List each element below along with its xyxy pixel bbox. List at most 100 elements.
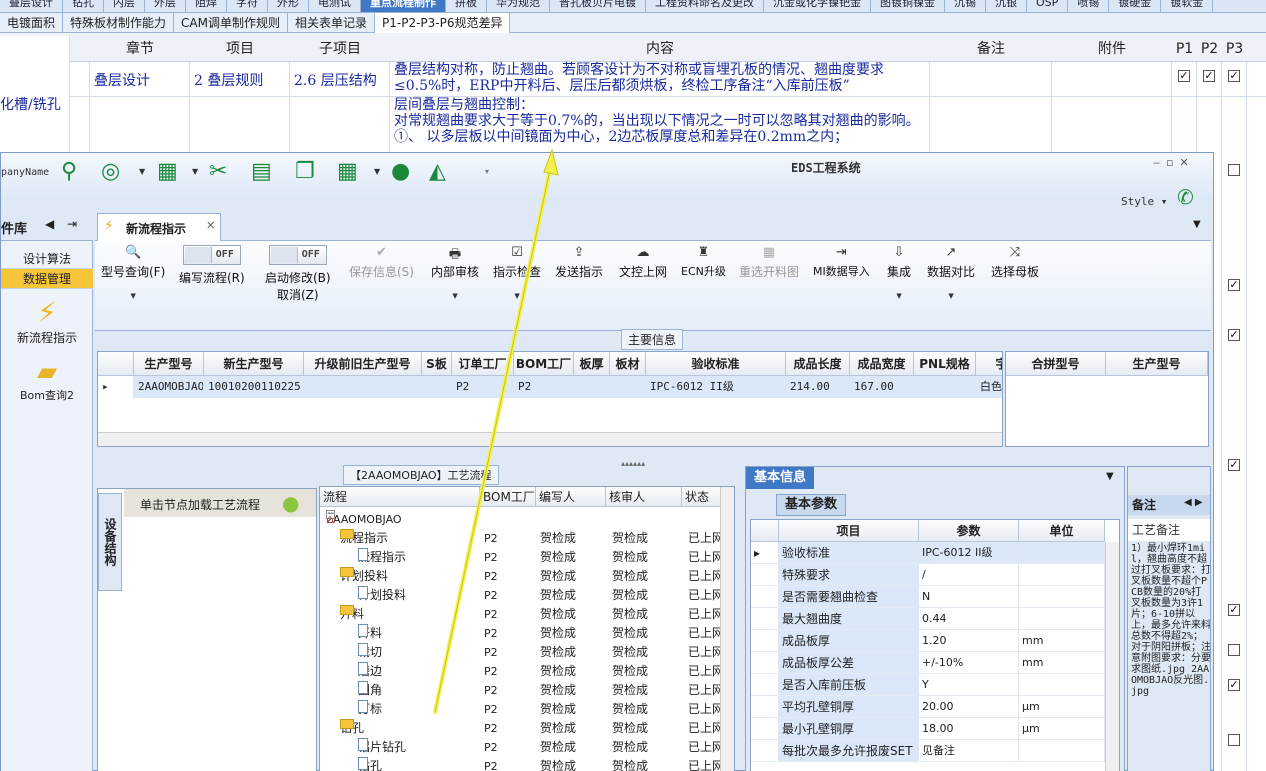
column-header[interactable]: 新生产型号 (204, 352, 304, 376)
table-cell[interactable] (422, 376, 452, 398)
tree-row[interactable]: 打标P2贺检成贺检成已上网 (320, 700, 720, 719)
tab-basic-info[interactable]: 基本信息 (746, 467, 814, 489)
row-selector[interactable] (751, 674, 779, 696)
row-selector[interactable] (751, 564, 779, 586)
reselect-cut-drawing-button[interactable]: ▦ 重选开料图 (739, 245, 799, 280)
merge-header[interactable]: 合拼型号 (1006, 352, 1106, 376)
model-query-button[interactable]: 🔍 型号查询(F) ▼ (101, 245, 165, 300)
chevron-down-icon[interactable]: ▾ (485, 167, 489, 176)
bg-tab[interactable]: 工程资料命名及更改 (646, 0, 764, 12)
bg-tab[interactable]: 普孔板贝片电镀 (550, 0, 646, 12)
row-selector[interactable] (751, 608, 779, 630)
row-selector[interactable] (751, 586, 779, 608)
tree-row[interactable]: 流程指示P2贺检成贺检成已上网 (320, 548, 720, 567)
row-selector[interactable] (751, 718, 779, 740)
film-icon[interactable]: ▤ (251, 159, 272, 184)
column-header[interactable]: 订单工厂 (452, 352, 514, 376)
bg-tab[interactable]: 镀硬金 (1109, 0, 1162, 12)
ecn-upgrade-button[interactable]: ♜ ECN升级 (681, 245, 726, 279)
bg-tab[interactable]: 叠层设计 (0, 0, 63, 12)
column-header[interactable]: 升级前旧生产型号 (304, 352, 422, 376)
send-instruction-button[interactable]: ⇪ 发送指示 (555, 245, 603, 280)
tree-row[interactable]: −计划投料P2贺检成贺检成已上网 (320, 567, 720, 586)
scissors-icon[interactable]: ✂ (209, 159, 227, 184)
sidebar-item-design-algorithm[interactable]: 设计算法 (1, 249, 93, 269)
row-selector[interactable]: ▸ (98, 376, 134, 398)
table-cell[interactable] (610, 376, 646, 398)
column-header[interactable]: S板 (422, 352, 452, 376)
param-cell[interactable]: N (919, 586, 1019, 608)
bg-tab[interactable]: 图镀铜镍金 (871, 0, 945, 12)
param-cell[interactable]: 20.00 (919, 696, 1019, 718)
bg-tab[interactable]: 喷锡 (1068, 0, 1110, 12)
tree-row[interactable]: 磨边P2贺检成贺检成已上网 (320, 662, 720, 681)
sidebar-item-new-process[interactable]: ⚡ 新流程指示 (1, 297, 93, 346)
doc-online-button[interactable]: ☁ 文控上网 (619, 245, 667, 280)
p1-checkbox[interactable]: ✓ (1178, 70, 1190, 82)
chevron-down-icon[interactable]: ▼ (192, 167, 198, 176)
param-cell[interactable]: 0.44 (919, 608, 1019, 630)
splitter-grip[interactable]: ▴▴▴▴▴▴ (621, 459, 645, 468)
bg-tab[interactable]: P1-P2-P3-P6规范差异 (375, 13, 511, 33)
integrate-button[interactable]: ⇩ 集成 ▼ (887, 245, 911, 300)
bg-tab[interactable]: 电测试 (309, 0, 361, 12)
bg-tab[interactable]: 外形 (268, 0, 309, 12)
tree-row[interactable]: 计划投料P2贺检成贺检成已上网 (320, 586, 720, 605)
column-header[interactable]: 板厚 (574, 352, 610, 376)
column-header[interactable]: BOM工厂 (514, 352, 574, 376)
chevron-down-icon[interactable]: ▼ (1193, 219, 1201, 230)
column-header[interactable]: PNL规格 (914, 352, 976, 376)
close-icon[interactable]: ✕ (206, 219, 215, 232)
vertical-scrollbar[interactable] (720, 487, 734, 771)
bg-tab[interactable]: 字符 (227, 0, 268, 12)
internal-review-button[interactable]: 🖶 内部审核 ▼ (431, 245, 479, 300)
param-row[interactable]: 是否入库前压板 Y (751, 674, 1119, 696)
chevron-down-icon[interactable]: ▼ (1106, 471, 1114, 482)
bg-tab[interactable]: 相关表单记录 (288, 13, 375, 33)
column-header[interactable]: 生产型号 (134, 352, 204, 376)
row-selector[interactable] (751, 630, 779, 652)
sidebar-item-bom-query[interactable]: ▰ Bom查询2 (1, 357, 93, 403)
p3-checkbox[interactable]: ✓ (1228, 329, 1240, 341)
bg-tab[interactable]: 内层 (104, 0, 145, 12)
bg-tab[interactable]: 外层 (145, 0, 186, 12)
column-header[interactable]: 编写人 (536, 487, 606, 507)
table-cell[interactable]: P2 (514, 376, 574, 398)
column-header[interactable]: BOM工厂 (480, 487, 536, 507)
column-header[interactable]: 单位 (1019, 520, 1105, 542)
table-cell[interactable]: 2AAOMOBJAO (134, 376, 204, 398)
bg-tab[interactable]: 沉金或化学镍钯金 (764, 0, 871, 12)
column-header[interactable]: 成品宽度 (850, 352, 914, 376)
tree-row[interactable]: 裁切P2贺检成贺检成已上网 (320, 643, 720, 662)
select-motherboard-button[interactable]: ⤨ 选择母板 (991, 245, 1039, 280)
param-cell[interactable]: +/-10% (919, 652, 1019, 674)
param-row[interactable]: 成品板厚 1.20 mm (751, 630, 1119, 652)
table-cell[interactable]: IPC-6012 II级 (646, 376, 786, 398)
row-selector[interactable] (751, 696, 779, 718)
horizontal-scrollbar[interactable] (98, 432, 1002, 446)
column-header[interactable]: 验收标准 (646, 352, 786, 376)
arrow-left-icon[interactable]: ◀ (45, 217, 54, 231)
param-row[interactable]: 特殊要求 / (751, 564, 1119, 586)
param-row[interactable]: 最大翘曲度 0.44 (751, 608, 1119, 630)
bg-tab[interactable]: 沉银 (986, 0, 1027, 12)
param-cell[interactable]: 1.20 (919, 630, 1019, 652)
copy-icon[interactable]: ❐ (295, 159, 315, 184)
param-row[interactable]: 成品板厚公差 +/-10% mm (751, 652, 1119, 674)
table-icon[interactable]: ▦ (157, 159, 178, 184)
p3-checkbox[interactable]: ✓ (1228, 679, 1240, 691)
bg-tab[interactable]: 阻焊 (186, 0, 227, 12)
p3-checkbox[interactable] (1228, 734, 1240, 746)
bg-tab[interactable]: OSP (1027, 0, 1069, 12)
table-cell[interactable]: P2 (452, 376, 514, 398)
search-icon[interactable]: ⚲ (61, 159, 77, 184)
bg-tab[interactable]: 镀软金 (1161, 0, 1214, 12)
param-cell[interactable]: 18.00 (919, 718, 1019, 740)
column-header[interactable]: 项目 (779, 520, 919, 542)
data-compare-button[interactable]: ↗ 数据对比 ▼ (927, 245, 975, 300)
p2-checkbox[interactable]: ✓ (1203, 70, 1215, 82)
param-row[interactable]: 是否需要翘曲检查 N (751, 586, 1119, 608)
column-header[interactable]: 字符 (976, 352, 1002, 376)
table-cell[interactable]: 10010200110225 (204, 376, 304, 398)
param-cell[interactable]: / (919, 564, 1019, 586)
